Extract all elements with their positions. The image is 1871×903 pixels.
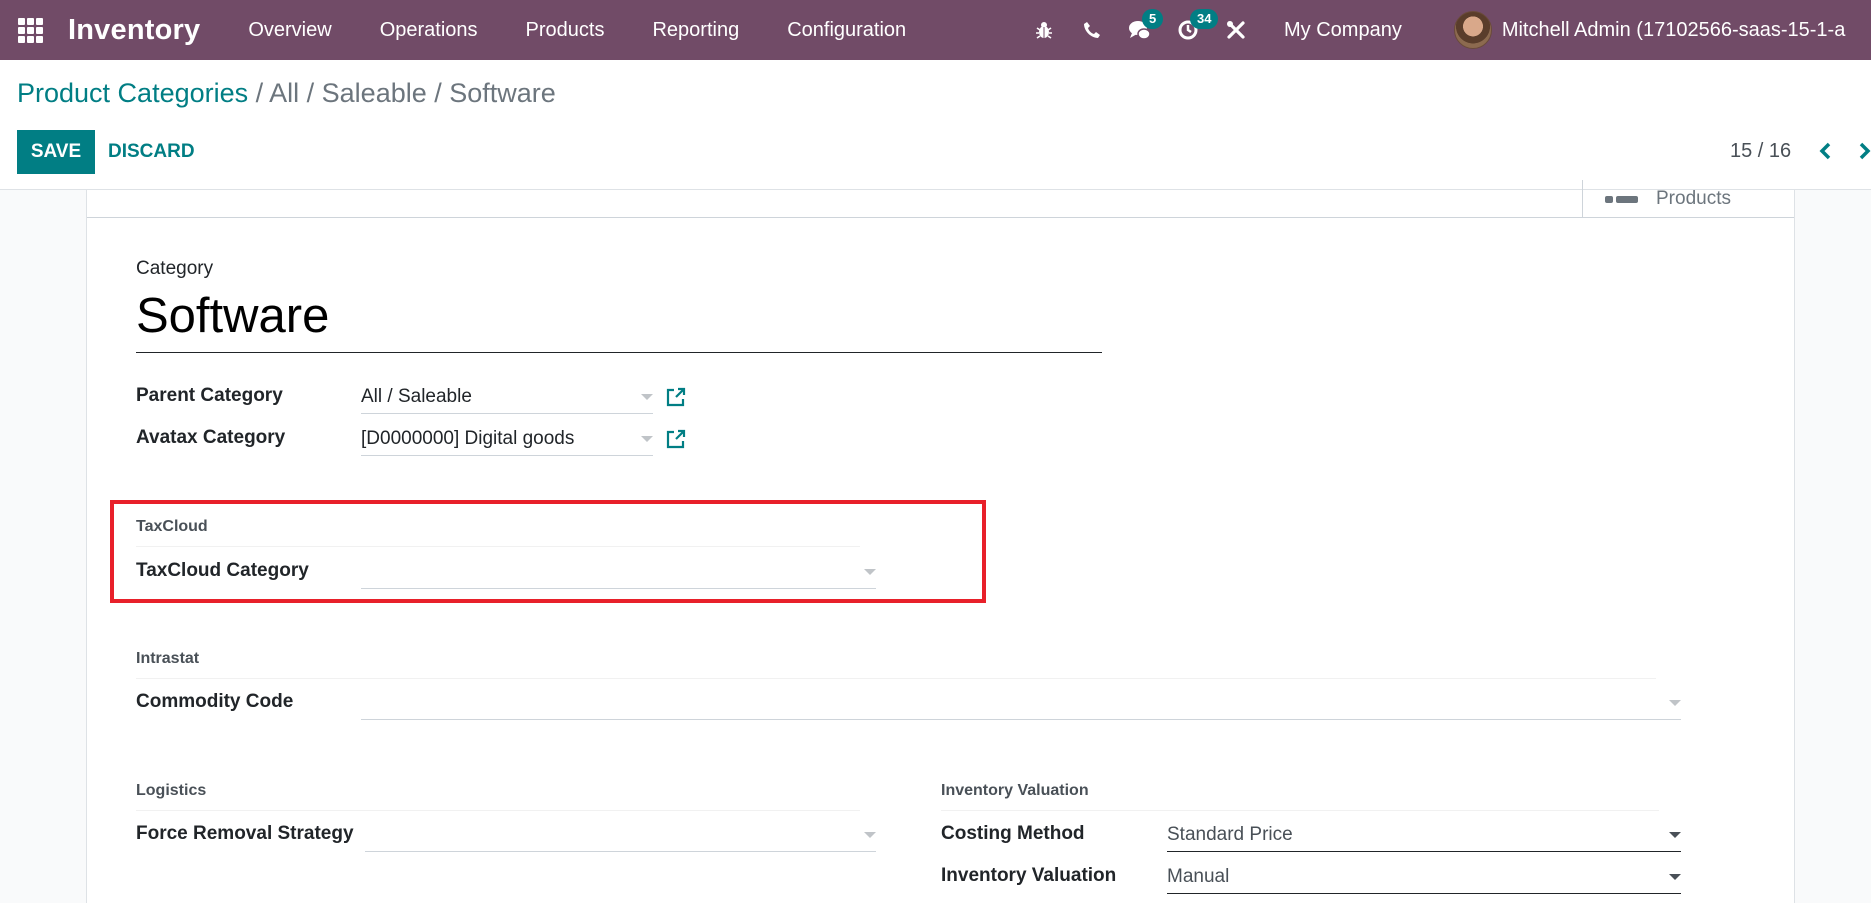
discard-button[interactable]: DISCARD [108,130,195,174]
breadcrumb-current: All / Saleable / Software [269,78,556,108]
menu-overview[interactable]: Overview [224,0,355,60]
costing-method-value: Standard Price [1167,824,1293,845]
category-label: Category [136,258,214,279]
external-link-icon[interactable] [665,428,687,450]
parent-category-label: Parent Category [136,385,283,406]
menu-reporting[interactable]: Reporting [628,0,763,60]
parent-category-value: All / Saleable [361,386,472,407]
messages-count-badge: 5 [1142,9,1164,29]
logistics-group-title: Logistics [136,782,860,811]
pager-value[interactable]: 15 / 16 [1730,140,1791,163]
top-navbar: Inventory Overview Operations Products R… [0,0,1871,60]
chat-icon[interactable]: 5 [1116,0,1164,60]
systray: 5 34 My Company Mitchell Admin (17102566… [1020,0,1845,60]
chevron-down-icon[interactable] [641,394,653,400]
intrastat-group-title: Intrastat [136,650,1656,679]
chevron-right-icon[interactable] [1850,136,1871,166]
smart-button-label: Products [1656,188,1731,209]
category-name-input[interactable]: Software [136,286,1102,353]
costing-method-select[interactable]: Standard Price [1167,818,1681,852]
taxcloud-category-field[interactable] [361,555,876,589]
chevron-down-icon[interactable] [641,436,653,442]
avatax-category-value: [D0000000] Digital goods [361,428,575,449]
avatax-category-field[interactable]: [D0000000] Digital goods [361,422,653,456]
breadcrumb: Product Categories / All / Saleable / So… [17,78,556,109]
apps-menu-icon[interactable] [16,16,44,44]
menu-products[interactable]: Products [502,0,629,60]
external-link-icon[interactable] [665,386,687,408]
menu-operations[interactable]: Operations [356,0,502,60]
form-sheet: Products Category Software Parent Catego… [86,180,1795,903]
chevron-left-icon[interactable] [1810,136,1840,166]
inventory-valuation-select[interactable]: Manual [1167,860,1681,894]
control-panel: Product Categories / All / Saleable / So… [0,60,1871,190]
chevron-down-icon[interactable] [864,569,876,575]
inventory-valuation-value: Manual [1167,866,1230,887]
parent-category-field[interactable]: All / Saleable [361,380,653,414]
clock-icon[interactable]: 34 [1164,0,1219,60]
avatax-category-label: Avatax Category [136,427,286,448]
bug-icon[interactable] [1020,0,1068,60]
force-removal-strategy-label: Force Removal Strategy [136,823,354,844]
commodity-code-label: Commodity Code [136,691,294,712]
inventory-valuation-label: Inventory Valuation [941,865,1117,886]
inventory-valuation-group-title: Inventory Valuation [941,782,1659,811]
taxcloud-category-label: TaxCloud Category [136,560,309,581]
commodity-code-field[interactable] [361,686,1681,720]
breadcrumb-separator: / [248,78,270,108]
button-box: Products [87,180,1794,218]
menu-configuration[interactable]: Configuration [763,0,930,60]
force-removal-strategy-field[interactable] [365,818,876,852]
taxcloud-group-title: TaxCloud [136,518,860,547]
company-switcher[interactable]: My Company [1260,19,1426,42]
chevron-down-icon[interactable] [1669,700,1681,706]
phone-icon[interactable] [1068,0,1116,60]
app-name[interactable]: Inventory [68,14,200,47]
chevron-down-icon[interactable] [864,832,876,838]
user-name: Mitchell Admin (17102566-saas-15-1-a [1501,18,1846,41]
costing-method-label: Costing Method [941,823,1085,844]
save-button[interactable]: SAVE [17,130,95,174]
chevron-down-icon[interactable] [1669,832,1681,838]
main-menu: Overview Operations Products Reporting C… [224,0,930,60]
products-smart-button[interactable]: Products [1582,180,1794,218]
avatar [1453,11,1492,49]
breadcrumb-product-categories[interactable]: Product Categories [17,78,248,108]
tools-icon[interactable] [1212,0,1260,60]
list-icon [1605,195,1638,203]
chevron-down-icon[interactable] [1669,874,1681,880]
user-menu[interactable]: Mitchell Admin (17102566-saas-15-1-a [1453,11,1846,49]
